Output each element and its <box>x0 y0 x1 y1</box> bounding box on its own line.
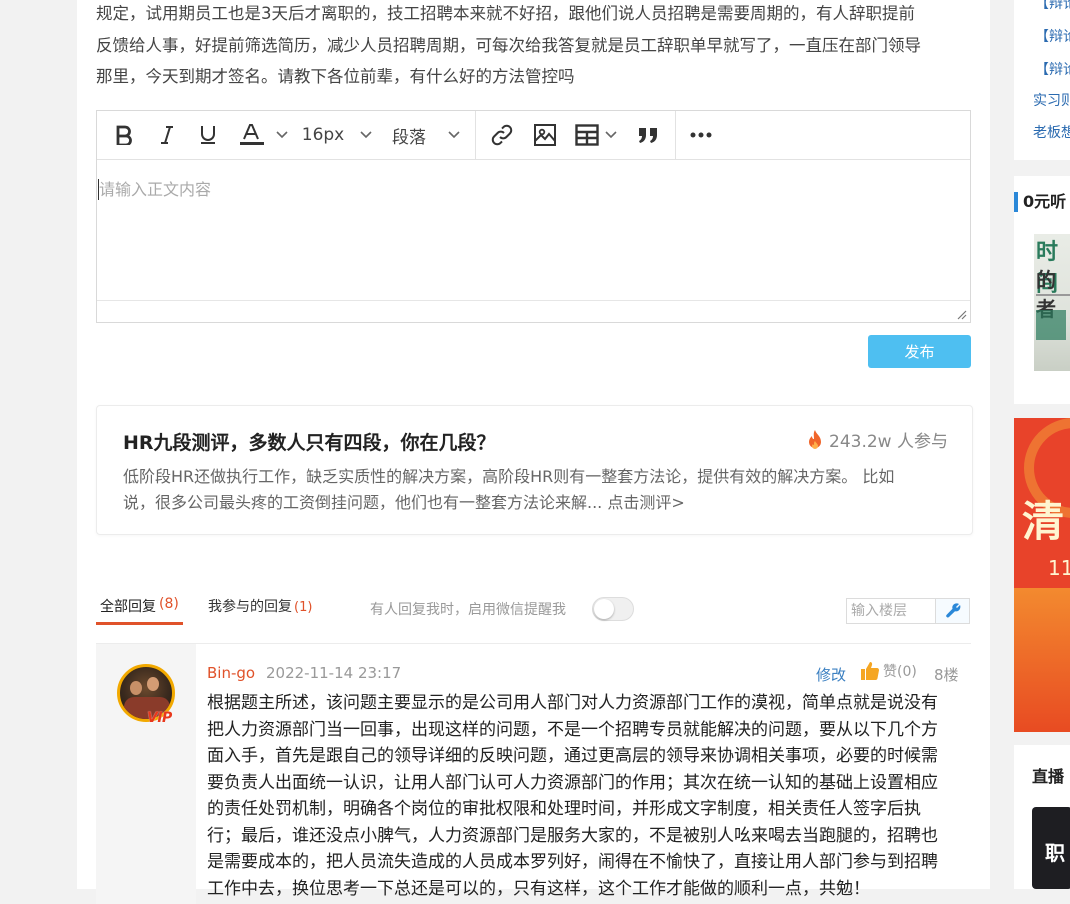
reply-line: 面入手，首先是跟自己的领导详细的反映问题，通过更高层的领导来协调相关事项，必要的… <box>207 746 938 766</box>
tab-count: (8) <box>159 596 179 612</box>
reply-item: VIP Bin-go 2022-11-14 23:17 修改 赞(0) 8楼 根… <box>96 643 971 904</box>
reply-username[interactable]: Bin-go <box>207 664 255 682</box>
survey-participants: 243.2w 人参与 <box>807 427 948 452</box>
editor-content-area[interactable]: 请输入正文内容 <box>97 160 970 300</box>
reply-line: 要负责人出面统一认识，让用人部门认可人力资源部门的作用；其次在统一认知的基础上设… <box>207 772 938 793</box>
underline-icon[interactable] <box>196 111 220 159</box>
desc-line[interactable]: 说，很多公司最头疼的工资倒挂问题，他们也有一整套方法论来解... 点击测评> <box>123 490 968 516</box>
reply-editor: 16px 段落 请输入正文内容 <box>96 110 971 323</box>
sidebar-ad-banner[interactable]: 清 11 <box>1014 418 1070 732</box>
publish-button[interactable]: 发布 <box>868 335 971 368</box>
survey-description: 低阶段HR还做执行工作，缺乏实质性的解决方案，高阶段HR则有一整套方法论，提供有… <box>123 464 968 516</box>
sidebar-heading: 0元听 <box>1014 192 1066 212</box>
image-icon[interactable] <box>531 111 559 159</box>
reply-line: 行；最后，谁还没点小脾气，人力资源部门是服务大家的，不是被别人吆来喝去当跑腿的，… <box>207 825 938 846</box>
participant-count: 243.2w 人参与 <box>829 432 948 452</box>
more-icon[interactable] <box>687 111 715 159</box>
reply-author-panel: VIP <box>96 644 196 904</box>
tab-all-replies[interactable]: 全部回复 (8) <box>96 596 183 625</box>
like-count: 赞(0) <box>883 664 917 680</box>
reply-line: 把人力资源部门当一回事，出现这样的问题，不是一个招聘专员就能解决的问题，要从以下… <box>207 719 938 740</box>
banner-text: 清 <box>1022 497 1065 546</box>
survey-title[interactable]: HR九段测评，多数人只有四段，你在几段？ <box>123 428 496 455</box>
sidebar-live: 直播 职 <box>1014 745 1070 889</box>
resize-handle-icon[interactable] <box>957 310 967 320</box>
tab-count: (1) <box>294 600 313 615</box>
wechat-remind-label: 有人回复我时，启用微信提醒我 <box>370 602 566 618</box>
live-thumbnail[interactable]: 职 <box>1032 807 1070 889</box>
reply-timestamp: 2022-11-14 23:17 <box>266 664 402 682</box>
vip-badge: VIP <box>147 710 172 726</box>
chevron-down-icon[interactable] <box>445 111 463 159</box>
post-line: 那里，今天到期才签名。请教下各位前辈，有什么好的方法管控吗 <box>96 67 575 86</box>
tab-label: 我参与的回复 <box>208 599 292 615</box>
floor-number: 8楼 <box>934 666 959 684</box>
toolbar-divider <box>475 111 476 159</box>
book-cover[interactable]: 时间 的者 <box>1034 234 1070 371</box>
chevron-down-icon[interactable] <box>357 111 375 159</box>
floor-jump-button[interactable] <box>935 599 969 623</box>
sidebar-live-heading: 直播 <box>1032 767 1065 786</box>
floor-search <box>846 598 970 624</box>
table-icon[interactable] <box>573 111 601 159</box>
bold-icon[interactable] <box>111 111 137 159</box>
banner-number: 11 <box>1048 556 1070 580</box>
edit-link[interactable]: 修改 <box>816 664 846 685</box>
reply-body: 根据题主所述，该问题主要显示的是公司用人部门对人力资源部门工作的漠视，简单点就是… <box>207 690 967 902</box>
floor-input[interactable] <box>847 599 945 623</box>
reply-line: 根据题主所述，该问题主要显示的是公司用人部门对人力资源部门工作的漠视，简单点就是… <box>207 693 938 713</box>
sidebar-link[interactable]: 【辩论 <box>1035 59 1070 79</box>
desc-line: 低阶段HR还做执行工作，缺乏实质性的解决方案，高阶段HR则有一整套方法论，提供有… <box>123 467 895 486</box>
reply-line: 是需要成本的，把人员流失造成的人员成本罗列好，闹得在不愉快了，直接让用人部门参与… <box>207 852 938 872</box>
reply-line: 的责任处罚机制，明确各个岗位的审批权限和处理时间，并形成文字制度，相关责任人签字… <box>207 799 921 819</box>
post-line: 反馈给人事，好提前筛选简历，减少人员招聘周期，可每次给我答复就是员工辞职单早就写… <box>96 35 921 55</box>
live-thumb-text: 职 <box>1045 841 1065 865</box>
tab-label: 全部回复 <box>100 599 156 615</box>
quote-icon[interactable] <box>635 111 661 159</box>
toolbar-divider <box>675 111 676 159</box>
sidebar-related-links: 【辩论 【辩论 【辩论 实习则 老板想 <box>1014 0 1070 160</box>
text-caret <box>98 179 99 200</box>
editor-footer <box>97 300 970 322</box>
wrench-icon <box>945 603 960 618</box>
chevron-down-icon[interactable] <box>603 111 619 159</box>
reply-tabs-bar: 全部回复 (8) 我参与的回复 (1) 有人回复我时，启用微信提醒我 <box>96 596 971 626</box>
paragraph-select[interactable]: 段落 <box>387 111 431 159</box>
sidebar-link[interactable]: 【辩论 <box>1035 0 1070 13</box>
post-line: 规定，试用期员工也是3天后才离职的，技工招聘本来就不好招，跟他们说人员招聘是需要… <box>96 4 915 23</box>
sidebar-link[interactable]: 老板想 <box>1033 122 1070 142</box>
fire-icon <box>809 429 822 449</box>
tab-my-replies[interactable]: 我参与的回复 (1) <box>208 596 312 616</box>
sidebar-link[interactable]: 实习则 <box>1033 90 1070 110</box>
font-size-select[interactable]: 16px <box>301 111 345 159</box>
wechat-remind-toggle[interactable] <box>592 597 634 621</box>
sidebar-free-course: 0元听 时间 的者 <box>1014 176 1070 404</box>
font-color-icon[interactable] <box>237 111 267 159</box>
thumbs-up-icon <box>861 662 880 681</box>
sidebar-link[interactable]: 【辩论 <box>1035 26 1070 46</box>
chevron-down-icon[interactable] <box>273 111 291 159</box>
like-button[interactable]: 赞(0) <box>860 661 917 681</box>
link-icon[interactable] <box>488 111 516 159</box>
italic-icon[interactable] <box>155 111 179 159</box>
editor-placeholder: 请输入正文内容 <box>99 180 212 199</box>
editor-toolbar: 16px 段落 <box>97 111 970 160</box>
post-content: 规定，试用期员工也是3天后才离职的，技工招聘本来就不好招，跟他们说人员招聘是需要… <box>96 0 976 93</box>
survey-card[interactable]: HR九段测评，多数人只有四段，你在几段？ 243.2w 人参与 低阶段HR还做执… <box>96 405 973 535</box>
